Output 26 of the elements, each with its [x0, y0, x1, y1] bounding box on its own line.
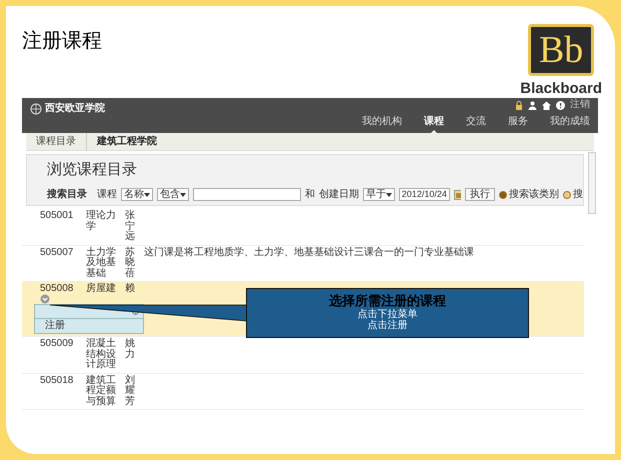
course-id: 505008: [40, 284, 74, 294]
course-id: 505018: [40, 376, 74, 388]
logo-mark: Bb: [528, 24, 594, 76]
search-label: 搜索目录: [47, 188, 87, 202]
date-label: 创建日期: [318, 188, 359, 202]
field-label: 课程: [97, 188, 117, 202]
breadcrumb-current: 建筑工程学院: [96, 134, 158, 149]
teacher-name: 苏晓蓓: [125, 248, 136, 279]
teacher-name: 赖: [125, 284, 136, 294]
radio-label: 搜: [573, 188, 583, 202]
page-title: 浏览课程目录: [47, 160, 137, 180]
course-id: 505001: [40, 211, 74, 223]
course-description: 这门课是将工程地质学、土力学、地基基础设计三课合一的一门专业基础课: [144, 248, 474, 260]
teacher-name: 张宁远: [125, 211, 136, 242]
radio-label: 搜索该类别: [509, 188, 559, 202]
course-id: 505007: [40, 248, 74, 260]
callout-title: 选择所需注册的课程: [329, 294, 446, 308]
callout-text: 点击下拉菜单: [358, 308, 418, 320]
school-name: 西安欧亚学院: [45, 101, 105, 116]
callout-text: 点击注册: [368, 320, 408, 332]
and-label: 和: [304, 188, 315, 202]
slide-title: 注册课程: [22, 29, 102, 54]
logo-wordmark: Blackboard: [520, 79, 602, 98]
teacher-name: 刘耀芳: [125, 376, 136, 407]
course-id: 505009: [40, 339, 74, 351]
teacher-name: 姚力: [125, 339, 136, 362]
